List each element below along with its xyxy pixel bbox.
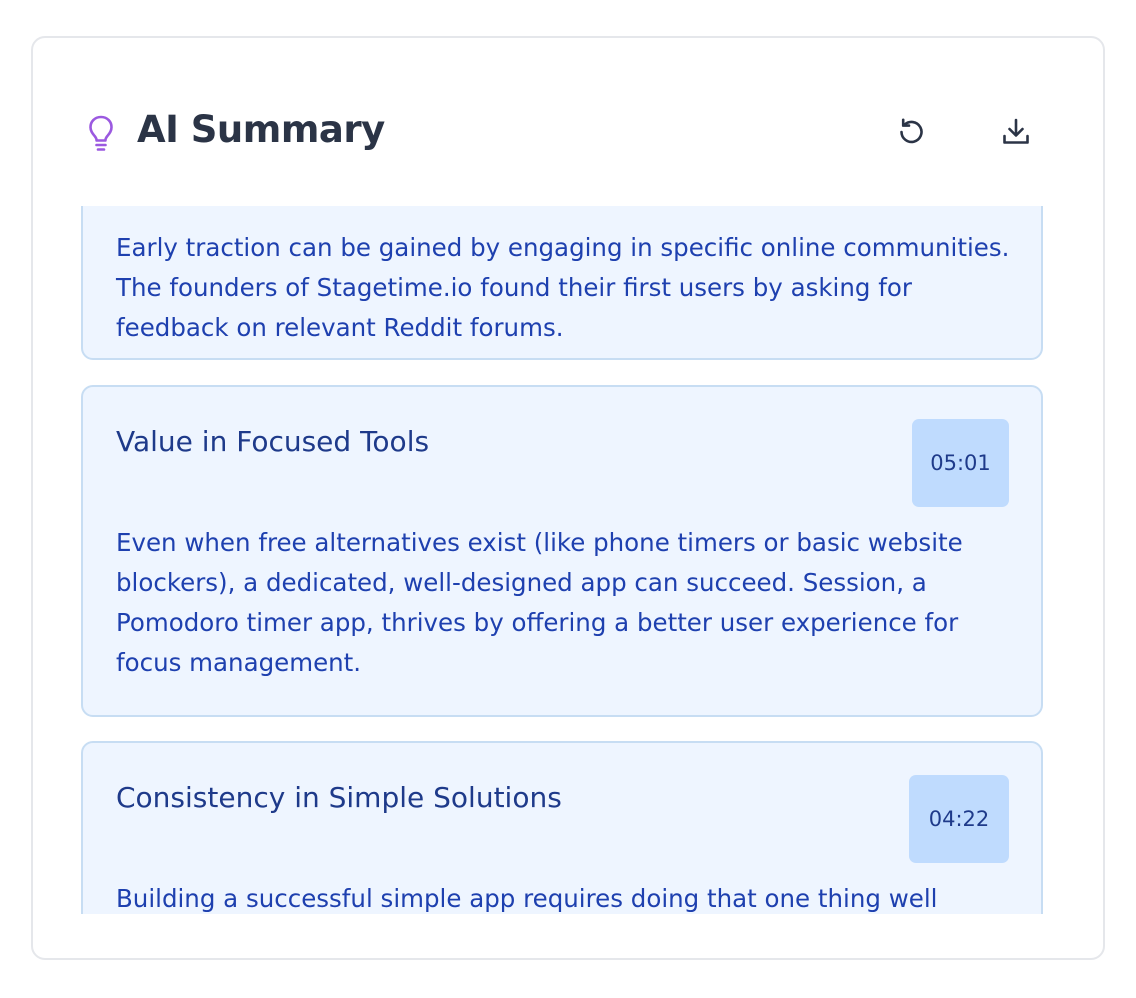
panel-title: AI Summary [137,108,385,151]
download-button[interactable] [995,111,1037,153]
summary-card: Early traction can be gained by engaging… [81,206,1043,360]
summary-card-title: Value in Focused Tools [116,425,430,458]
summary-card-title: Consistency in Simple Solutions [116,781,562,814]
summary-card-body: Early traction can be gained by engaging… [116,233,1010,342]
timestamp-button[interactable]: 05:01 [912,419,1009,507]
summary-card-body: Even when free alternatives exist (like … [116,528,963,677]
panel-header: AI Summary [33,38,1103,206]
refresh-button[interactable] [890,111,932,153]
summary-card-body: Building a successful simple app require… [116,884,938,913]
summary-card: Value in Focused Tools 05:01 Even when f… [81,385,1043,717]
download-icon [1003,118,1029,144]
summary-list[interactable]: Early traction can be gained by engaging… [33,206,1103,914]
summary-card: Consistency in Simple Solutions 04:22 Bu… [81,741,1043,914]
ai-summary-panel: AI Summary Early traction can be gained … [31,36,1105,960]
timestamp-button[interactable]: 04:22 [909,775,1009,863]
refresh-icon [900,118,923,144]
lightbulb-icon [89,115,113,151]
